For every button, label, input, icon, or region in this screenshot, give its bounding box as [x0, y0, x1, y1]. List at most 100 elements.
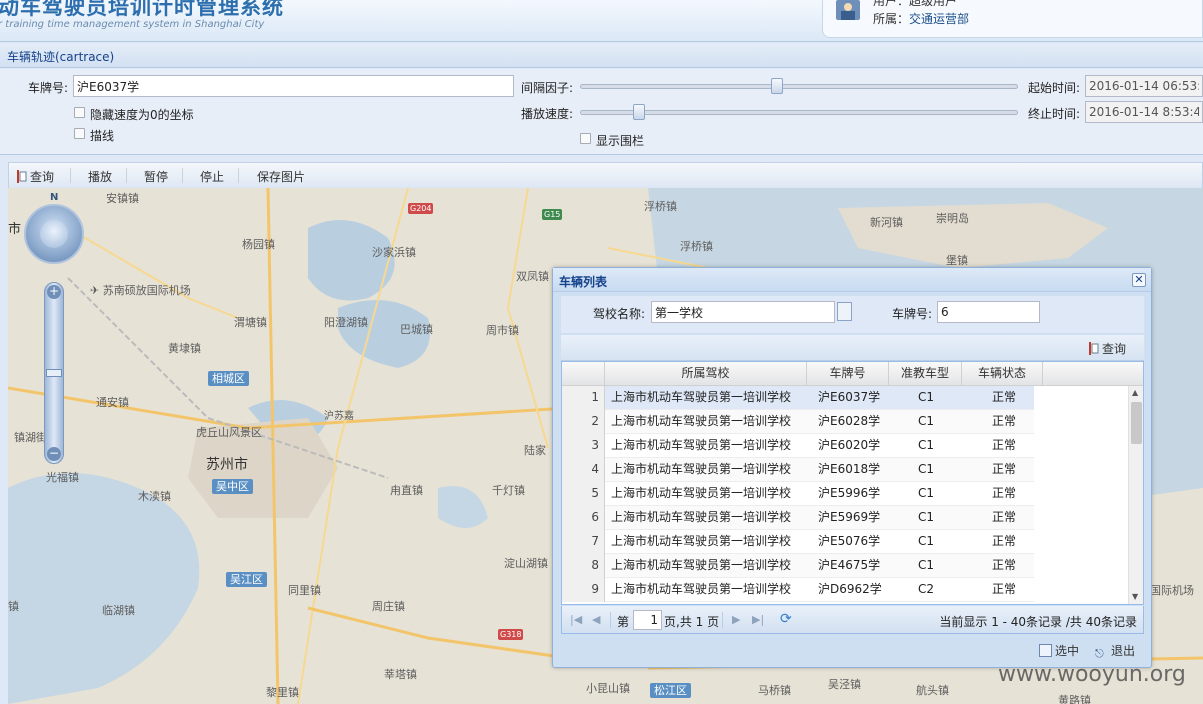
row-plate: 沪E6028学 — [818, 414, 881, 428]
row-plate: 沪D6962学 — [818, 582, 882, 596]
user-org-value: 交通运营部 — [909, 12, 970, 26]
table-row[interactable]: 6 上海市机动车驾驶员第一培训学校 沪E5969学 C1 正常 — [562, 506, 1034, 530]
save-image-button[interactable]: 保存图片 — [257, 168, 305, 185]
prev-page-icon[interactable]: ◀ — [592, 613, 600, 626]
filter-area: 车牌号: 隐藏速度为0的坐标 描线 间隔因子: 播放速度: 显示围栏 起始时间:… — [0, 69, 1203, 155]
dialog-query-button[interactable]: 查询 — [1089, 340, 1126, 357]
map-pan-center[interactable] — [40, 220, 68, 248]
school-input[interactable] — [651, 301, 835, 323]
row-school: 上海市机动车驾驶员第一培训学校 — [611, 390, 792, 404]
map-place-label: 陆家 — [524, 444, 546, 457]
grid-header-cell[interactable]: 车辆状态 — [962, 362, 1043, 386]
map-place-label: 莘塔镇 — [384, 668, 417, 681]
row-plate: 沪E5996学 — [818, 486, 881, 500]
row-number: 7 — [562, 530, 605, 554]
row-status: 正常 — [992, 534, 1017, 548]
map-road-badge: G318 — [498, 629, 524, 640]
scroll-down-icon[interactable]: ▼ — [1132, 592, 1138, 601]
map-place-label: 黎里镇 — [266, 686, 299, 699]
hide-zero-speed-checkbox[interactable] — [74, 107, 85, 118]
pager-separator — [722, 612, 723, 628]
last-page-icon[interactable]: ▶| — [752, 613, 764, 626]
stop-button[interactable]: 停止 — [200, 168, 224, 185]
table-row[interactable]: 7 上海市机动车驾驶员第一培训学校 沪E5076学 C1 正常 — [562, 530, 1034, 554]
scroll-up-icon[interactable]: ▲ — [1132, 388, 1138, 397]
map-pan-control[interactable]: N — [24, 192, 84, 264]
trace-line-checkbox[interactable] — [74, 128, 85, 139]
school-label: 驾校名称: — [593, 307, 646, 321]
table-row[interactable]: 8 上海市机动车驾驶员第一培训学校 沪E4675学 C1 正常 — [562, 554, 1034, 578]
user-info-box: 用户：超级用户 所属：交通运营部 — [822, 0, 1203, 38]
row-status: 正常 — [992, 438, 1017, 452]
grid-scrollbar-thumb[interactable] — [1131, 402, 1142, 444]
map-place-label: 阳澄湖镇 — [324, 316, 368, 329]
next-page-icon[interactable]: ▶ — [732, 613, 740, 626]
pause-button[interactable]: 暂停 — [144, 168, 168, 185]
table-row[interactable]: 1 上海市机动车驾驶员第一培训学校 沪E6037学 C1 正常 — [562, 386, 1034, 410]
map-zoom-slider[interactable]: + − — [44, 282, 64, 464]
map-place-label: 沙家浜镇 — [372, 246, 416, 259]
map-place-label: 市 — [8, 222, 22, 237]
map-place-label: 光福镇 — [46, 471, 79, 484]
interval-slider-thumb[interactable] — [771, 78, 783, 94]
end-time-input[interactable] — [1085, 101, 1203, 123]
app-title: 动车驾驶员培训计时管理系统 — [0, 0, 284, 19]
table-row[interactable]: 2 上海市机动车驾驶员第一培训学校 沪E6028学 C1 正常 — [562, 410, 1034, 434]
row-status: 正常 — [992, 510, 1017, 524]
table-row[interactable]: 9 上海市机动车驾驶员第一培训学校 沪D6962学 C2 正常 — [562, 578, 1034, 602]
school-picker-icon[interactable] — [837, 302, 852, 321]
table-row[interactable]: 5 上海市机动车驾驶员第一培训学校 沪E5996学 C1 正常 — [562, 482, 1034, 506]
row-number: 8 — [562, 554, 605, 578]
dialog-plate-input[interactable] — [937, 301, 1040, 323]
close-icon[interactable]: ✕ — [1132, 273, 1146, 287]
select-button[interactable]: 选中 — [1039, 642, 1079, 659]
zoom-out-button[interactable]: − — [47, 447, 61, 461]
row-number: 9 — [562, 578, 605, 602]
start-time-input[interactable] — [1085, 75, 1203, 97]
grid-header-cell[interactable]: 车牌号 — [807, 362, 889, 386]
row-type: C1 — [918, 558, 935, 572]
row-number: 6 — [562, 506, 605, 530]
map-place-label: 巴城镇 — [400, 323, 433, 336]
map-place-label: 堡镇 — [946, 254, 968, 267]
map-place-label: 临湖镇 — [102, 604, 135, 617]
row-type: C1 — [918, 390, 935, 404]
first-page-icon[interactable]: |◀ — [570, 613, 582, 626]
grid-header-rownum — [562, 362, 605, 386]
playback-speed-label: 播放速度: — [521, 107, 574, 121]
grid-header-cell[interactable]: 所属驾校 — [605, 362, 807, 386]
show-fence-checkbox[interactable] — [580, 133, 591, 144]
grid-header-cell[interactable]: 准教车型 — [889, 362, 962, 386]
map-place-label: 千灯镇 — [492, 484, 525, 497]
playback-speed-thumb[interactable] — [633, 104, 645, 120]
map-place-label: 渭塘镇 — [234, 316, 267, 329]
zoom-handle[interactable] — [46, 369, 62, 377]
map-place-label: 黄埭镇 — [168, 342, 201, 355]
row-plate: 沪E5969学 — [818, 510, 881, 524]
map-road-label: 沪苏嘉 — [324, 411, 354, 422]
row-type: C1 — [918, 486, 935, 500]
exit-button[interactable]: ⎋ 退出 — [1095, 642, 1135, 660]
zoom-in-button[interactable]: + — [47, 285, 61, 299]
plate-input[interactable] — [73, 75, 514, 97]
user-name-label: 用户：超级用户 — [873, 0, 958, 8]
map-place-label: 吴泾镇 — [828, 678, 861, 691]
interval-slider[interactable] — [580, 78, 1018, 94]
grid-scrollbar[interactable]: ▲ ▼ — [1128, 386, 1143, 604]
map-place-label: 淀山湖镇 — [504, 557, 548, 570]
row-school: 上海市机动车驾驶员第一培训学校 — [611, 462, 792, 476]
table-row[interactable]: 4 上海市机动车驾驶员第一培训学校 沪E6018学 C1 正常 — [562, 458, 1034, 482]
map-place-label: 木渎镇 — [138, 490, 171, 503]
query-button[interactable]: 查询 — [17, 168, 54, 185]
dialog-header: 车辆列表 ✕ — [553, 268, 1151, 292]
map-place-label: 周庄镇 — [372, 600, 405, 613]
play-button[interactable]: 播放 — [88, 168, 112, 185]
map-place-label: 浮桥镇 — [644, 200, 677, 213]
refresh-icon[interactable]: ⟳ — [780, 611, 792, 627]
playback-speed-slider[interactable] — [580, 104, 1018, 120]
show-fence-label: 显示围栏 — [596, 134, 645, 148]
map-city-label: 苏州市 — [206, 457, 248, 473]
table-row[interactable]: 3 上海市机动车驾驶员第一培训学校 沪E6020学 C1 正常 — [562, 434, 1034, 458]
row-status: 正常 — [992, 414, 1017, 428]
page-number-input[interactable] — [633, 610, 662, 630]
